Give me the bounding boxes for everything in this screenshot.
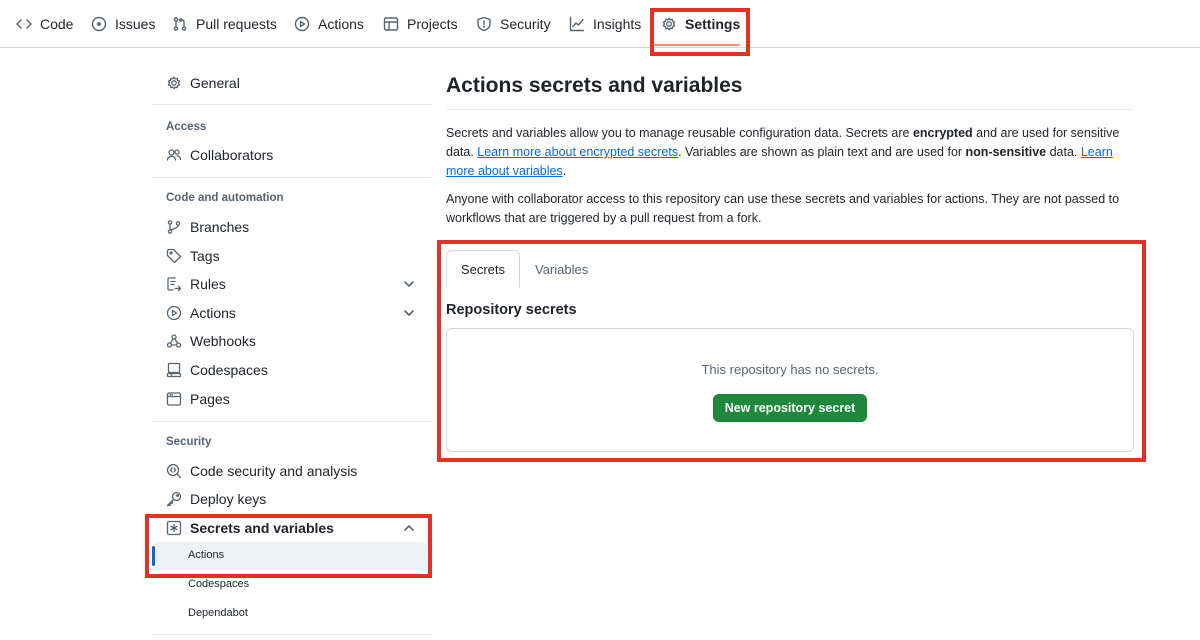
sidebar-item-label: Actions [190, 305, 236, 321]
active-tab-underline [654, 44, 740, 46]
description-text: . Variables are shown as plain text and … [678, 145, 966, 159]
sidebar-item-deploy-keys[interactable]: Deploy keys [166, 486, 266, 512]
divider [152, 177, 432, 178]
play-icon [294, 16, 310, 32]
gear-icon [662, 17, 676, 31]
tab-settings[interactable]: Settings [661, 0, 740, 48]
tab-issues-label: Issues [115, 16, 156, 32]
tab-variables[interactable]: Variables [535, 250, 588, 288]
sidebar-item-codespaces[interactable]: Codespaces [166, 357, 268, 383]
tab-settings-label: Settings [685, 16, 741, 32]
shield-icon [477, 16, 491, 32]
sidebar-item-general[interactable]: General [166, 70, 240, 96]
sidebar-item-pages[interactable]: Pages [166, 386, 230, 412]
sidebar-item-label: Webhooks [190, 333, 256, 349]
sidebar-item-rules[interactable]: Rules [166, 271, 226, 297]
tab-pull-requests-label: Pull requests [196, 16, 277, 32]
sidebar-subitem-dependabot[interactable]: Dependabot [188, 607, 248, 619]
tab-code[interactable]: Code [16, 0, 73, 48]
git-pull-request-icon [173, 17, 187, 31]
title-divider [446, 109, 1134, 110]
tab-actions-label: Actions [318, 16, 364, 32]
secrets-empty-state [446, 328, 1134, 452]
git-branch-icon [167, 220, 181, 234]
learn-more-secrets-link[interactable]: Learn more about encrypted secrets [477, 145, 678, 159]
tab-actions[interactable]: Actions [294, 0, 364, 48]
tab-secrets[interactable]: Secrets [446, 250, 520, 288]
gear-icon [167, 76, 181, 90]
chevron-up-icon [404, 525, 414, 531]
section-heading-access: Access [166, 121, 207, 133]
description-text: data. [1046, 145, 1081, 159]
sidebar-item-label: General [190, 75, 240, 91]
description-text: Secrets and variables allow you to manag… [446, 126, 913, 140]
graph-icon [569, 16, 585, 32]
people-icon [166, 149, 182, 161]
issue-opened-icon [91, 16, 107, 32]
sidebar-item-code-security[interactable]: Code security and analysis [166, 458, 357, 484]
tab-projects-label: Projects [407, 16, 458, 32]
sidebar-subitem-actions[interactable]: Actions [188, 549, 224, 561]
tab-issues[interactable]: Issues [91, 0, 155, 48]
actions-expand-chevron[interactable] [402, 306, 416, 320]
chevron-down-icon [404, 281, 414, 287]
rules-icon [167, 277, 182, 292]
sidebar-item-label: Branches [190, 219, 250, 235]
sidebar-subitem-codespaces[interactable]: Codespaces [188, 578, 249, 590]
new-repository-secret-button[interactable]: New repository secret [713, 394, 867, 422]
sidebar-item-secrets-and-variables[interactable]: Secrets and variables [166, 515, 334, 541]
tag-icon [166, 248, 182, 264]
divider [152, 104, 432, 105]
tab-projects[interactable]: Projects [383, 0, 458, 48]
browser-icon [166, 392, 182, 406]
empty-state-message: This repository has no secrets. [701, 362, 879, 377]
section-heading-code-automation: Code and automation [166, 192, 284, 204]
sidebar-item-label: Secrets and variables [190, 520, 334, 536]
sidebar-item-label: Pages [190, 391, 230, 407]
webhook-icon [166, 334, 182, 348]
sidebar-item-branches[interactable]: Branches [166, 214, 249, 240]
sidebar-item-label: Rules [190, 276, 226, 292]
sidebar-item-webhooks[interactable]: Webhooks [166, 328, 256, 354]
sidebar-item-label: Deploy keys [190, 491, 267, 507]
sidebar-item-label: Codespaces [190, 362, 268, 378]
tab-pull-requests[interactable]: Pull requests [172, 0, 277, 48]
sidebar-item-actions[interactable]: Actions [166, 300, 236, 326]
section-title: Repository secrets [446, 302, 577, 318]
sidebar-item-tags[interactable]: Tags [166, 243, 220, 269]
tab-insights[interactable]: Insights [569, 0, 641, 48]
codescan-icon [166, 463, 182, 479]
codespaces-icon [166, 362, 182, 378]
sidebar-item-label: Code security and analysis [190, 463, 358, 479]
tab-security-label: Security [500, 16, 551, 32]
sidebar-item-label: Tags [190, 248, 220, 264]
table-icon [383, 17, 399, 31]
secrets-collapse-chevron[interactable] [402, 521, 416, 535]
description-text: . [562, 164, 567, 178]
sidebar-item-label: Collaborators [190, 147, 274, 163]
section-heading-security: Security [166, 436, 212, 448]
play-icon [166, 305, 182, 321]
key-icon [166, 491, 182, 507]
page-title: Actions secrets and variables [446, 74, 743, 97]
rules-expand-chevron[interactable] [402, 277, 416, 291]
description-emphasis: non-sensitive [965, 145, 1047, 159]
description-emphasis: encrypted [912, 126, 973, 140]
repo-nav: Code Issues Pull requests Actions Projec… [0, 0, 1200, 48]
code-icon [16, 19, 32, 29]
divider [152, 634, 432, 635]
sidebar-item-collaborators[interactable]: Collaborators [166, 142, 273, 168]
tab-code-label: Code [40, 16, 74, 32]
tab-security[interactable]: Security [476, 0, 551, 48]
description-paragraph: Secrets and variables allow you to manag… [446, 124, 1136, 181]
collaborator-note: Anyone with collaborator access to this … [446, 192, 1120, 225]
chevron-down-icon [404, 310, 414, 316]
active-subitem-indicator [152, 546, 155, 566]
asterisk-icon [166, 520, 182, 536]
tab-insights-label: Insights [593, 16, 642, 32]
divider [152, 421, 432, 422]
